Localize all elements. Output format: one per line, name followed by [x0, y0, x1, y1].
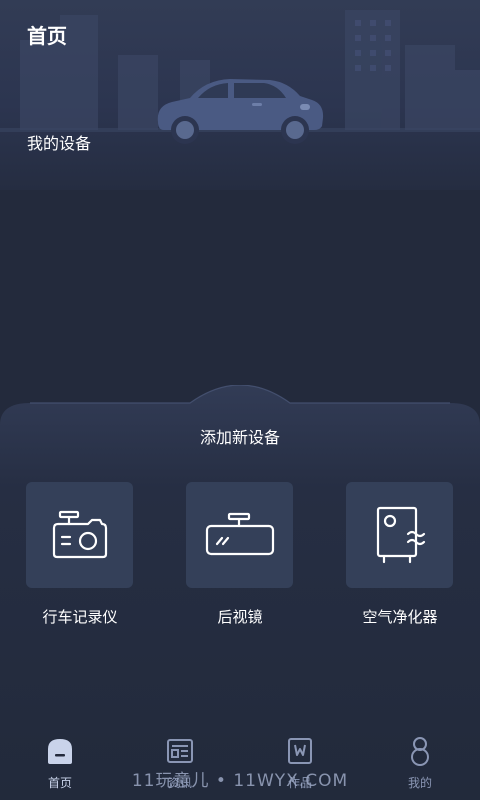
rearview-mirror-label: 后视镜: [217, 608, 263, 626]
air-purifier-tile[interactable]: [346, 482, 453, 588]
news-icon: [165, 736, 195, 766]
profile-icon: [405, 736, 435, 766]
hero-banner: 首页 我的设备: [0, 0, 480, 190]
my-devices-heading: 我的设备: [27, 134, 92, 153]
page-title: 首页: [27, 24, 67, 48]
watermark: 11玩意儿 • 11WYX.COM: [131, 771, 349, 791]
works-icon: [285, 736, 315, 766]
car-illustration: [157, 79, 324, 144]
air-purifier-icon: [376, 506, 425, 564]
dashcam-tile[interactable]: [26, 482, 133, 588]
dashcam-icon: [52, 510, 107, 559]
rearview-mirror-tile[interactable]: [186, 482, 293, 588]
dashcam-label: 行车记录仪: [42, 608, 118, 626]
add-new-device-title: 添加新设备: [199, 428, 280, 447]
air-purifier-label: 空气净化器: [362, 608, 438, 626]
rearview-mirror-icon: [205, 512, 274, 556]
home-icon: [45, 736, 75, 766]
